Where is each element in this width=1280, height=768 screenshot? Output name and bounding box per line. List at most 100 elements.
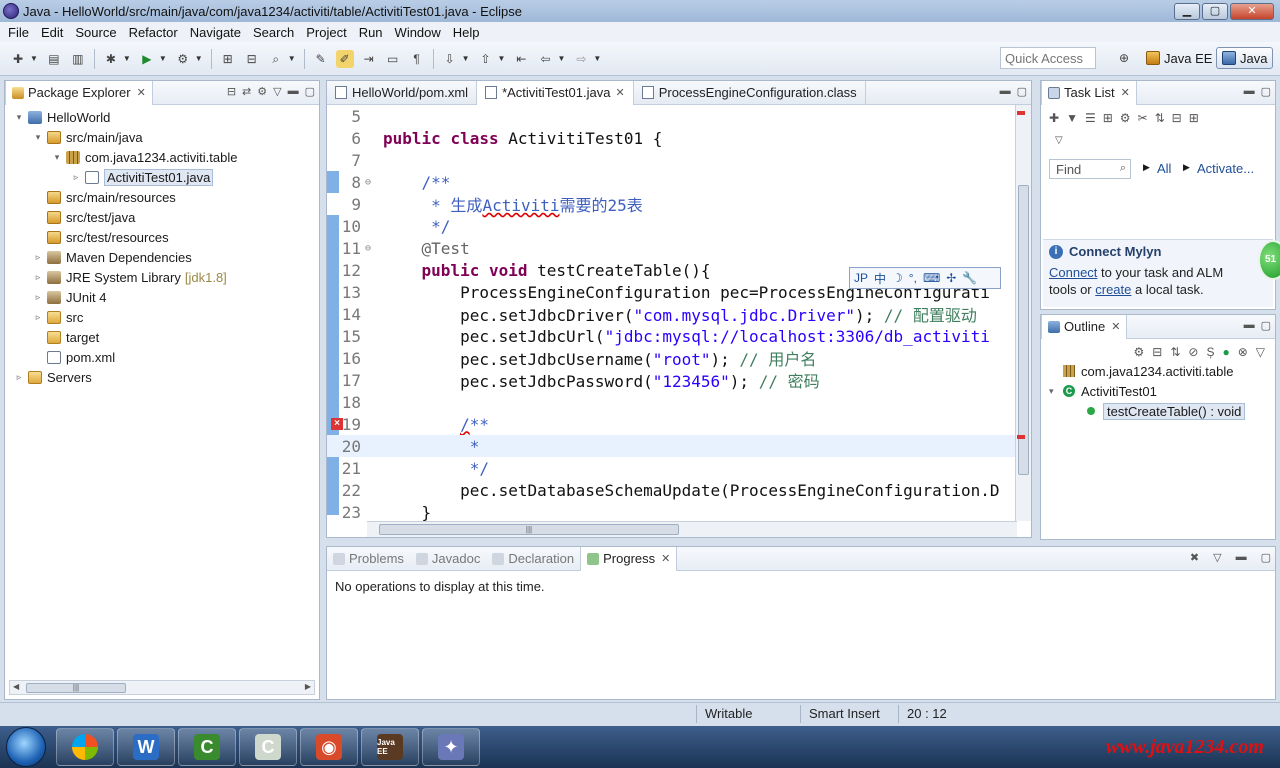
tree-item[interactable]: ▹ JUnit 4 [5,287,319,307]
expand-toggle-icon[interactable]: ▾ [1049,386,1061,397]
eclipse-app[interactable]: Java EE [361,728,419,766]
categorized-icon[interactable]: ☰ [1085,111,1096,125]
tab-problems[interactable]: Problems [327,547,410,571]
filters-icon[interactable]: ⚙ [257,85,267,98]
ime-item-icon[interactable]: 🔧 [962,271,977,285]
code-line[interactable]: 7 [327,149,1017,171]
collapse-all-icon[interactable]: ⊟ [1152,345,1162,359]
code-line[interactable]: 23 } [327,501,1017,522]
menu-run[interactable]: Run [353,25,389,40]
fold-toggle-icon[interactable]: ⊖ [363,243,373,254]
editor-hscroll-thumb[interactable]: ||| [379,524,679,535]
outline-item[interactable]: com.java1234.activiti.table [1049,361,1245,381]
view-menu-icon[interactable]: ▽ [1213,551,1221,564]
hide-nonpublic-icon[interactable]: ● [1222,345,1229,359]
collapse-all-icon[interactable]: ⊟ [227,85,236,98]
scroll-thumb[interactable]: ||| [26,683,126,693]
tree-item[interactable]: ▹ src [5,307,319,327]
menu-project[interactable]: Project [300,25,352,40]
search-icon[interactable]: ⌕ [267,50,285,68]
view-menu-icon[interactable]: ▽ [273,85,281,98]
tree-item[interactable]: ▾ com.java1234.activiti.table [5,147,319,167]
expand-toggle-icon[interactable]: ▹ [70,172,82,183]
code-line[interactable]: 18 [327,391,1017,413]
hide-fields-icon[interactable]: ⊘ [1188,345,1198,359]
editor-tab[interactable]: HelloWorld/pom.xml [327,80,478,105]
start-button[interactable] [6,727,46,767]
minimize-view-icon[interactable]: ▬ [1244,319,1255,332]
other-app[interactable]: ✦ [422,728,480,766]
tab-package-explorer[interactable]: Package Explorer ✕ [5,80,153,105]
previous-annotation-dropdown-icon[interactable]: ▼ [498,54,506,63]
minimize-button[interactable]: ▁ [1174,2,1200,20]
view-menu-icon[interactable]: ▽ [1055,135,1063,146]
close-button[interactable]: ✕ [1230,2,1274,20]
editor-scroll-thumb[interactable] [1018,185,1029,475]
open-perspective-icon[interactable]: ⊕ [1115,49,1133,67]
code-line[interactable]: 9 * 生成Activiti需要的25表 [327,193,1017,216]
ime-item-icon[interactable]: ⌨ [923,271,940,285]
code-line[interactable]: 6 public class ActivitiTest01 { [327,127,1017,149]
search-dropdown-icon[interactable]: ▼ [288,54,296,63]
expand-toggle-icon[interactable]: ▾ [51,152,63,163]
menu-source[interactable]: Source [69,25,122,40]
expand-toggle-icon[interactable]: ▹ [32,252,44,263]
open-type-icon[interactable]: ⊞ [219,50,237,68]
code-line[interactable]: 19 /** [327,413,1017,435]
package-explorer-hscrollbar[interactable]: ◀ ||| ▶ [9,680,315,695]
code-line[interactable]: 8 ⊖ /** [327,171,1017,193]
expand-toggle-icon[interactable]: ▾ [32,132,44,143]
tree-item[interactable]: src/main/resources [5,187,319,207]
outline-item[interactable]: testCreateTable() : void [1049,401,1246,421]
perspective-javaee-button[interactable]: Java EE [1142,47,1216,69]
code-line[interactable]: 5 [327,105,1017,127]
tab-outline[interactable]: Outline ✕ [1041,314,1128,339]
ime-toolbar[interactable]: JP 中 ☽ °, ⌨ ✢ 🔧 [849,267,1001,289]
editor-tab[interactable]: *ActivitiTest01.java ✕ [477,80,634,105]
run-icon[interactable]: ▶ [138,50,156,68]
next-annotation-icon[interactable]: ⇩ [441,50,459,68]
menu-file[interactable]: File [2,25,35,40]
camtasia-app[interactable]: C [178,728,236,766]
new-dropdown-icon[interactable]: ▼ [30,54,38,63]
toggle-mark-occurrences-icon[interactable]: ✎ [312,50,330,68]
mylyn-connect-link[interactable]: Connect [1049,265,1097,280]
minimize-editor-icon[interactable]: ▬ [1000,85,1011,98]
editor-hscrollbar[interactable]: ||| [367,521,1017,537]
tree-item[interactable]: src/test/resources [5,227,319,247]
tree-item[interactable]: ▹ JRE System Library [jdk1.8] [5,267,319,287]
close-tab-icon[interactable]: ✕ [1121,86,1130,99]
quick-access-input[interactable] [1000,47,1096,69]
perspective-java-button[interactable]: Java [1216,47,1274,69]
tab-declaration[interactable]: Declaration [486,547,580,571]
back-icon[interactable]: ⇦ [536,50,554,68]
chrome-app[interactable]: ◉ [300,728,358,766]
word-app[interactable]: W [117,728,175,766]
hide-completed-icon[interactable]: ✂ [1138,111,1148,125]
status-insert-mode[interactable]: Smart Insert [800,705,898,723]
maximize-view-icon[interactable]: ▢ [1261,551,1271,564]
menu-refactor[interactable]: Refactor [123,25,184,40]
hide-static-icon[interactable]: Ș [1206,345,1214,359]
back-dropdown-icon[interactable]: ▼ [557,54,565,63]
ime-item-icon[interactable]: ✢ [946,271,956,285]
view-menu-icon[interactable]: ▽ [1256,345,1265,359]
editor-vscrollbar[interactable] [1015,105,1031,521]
code-line[interactable]: 17 pec.setJdbcPassword("123456"); // 密码 [327,369,1017,392]
scroll-right-icon[interactable]: ▶ [305,682,311,691]
collapse-all-icon[interactable]: ⊟ [1172,111,1182,125]
tree-item[interactable]: target [5,327,319,347]
maximize-view-icon[interactable]: ▢ [1261,85,1271,98]
close-tab-icon[interactable]: ✕ [1111,320,1120,333]
next-annotation-dropdown-icon[interactable]: ▼ [462,54,470,63]
ime-item-icon[interactable]: JP [854,271,868,285]
new-icon[interactable]: ✚ [9,50,27,68]
tree-item[interactable]: src/test/java [5,207,319,227]
code-editor[interactable]: 5 6 public class ActivitiTest01 {7 8 ⊖ /** 9 … [327,105,1017,521]
tree-item[interactable]: pom.xml [5,347,319,367]
fold-toggle-icon[interactable]: ⊖ [363,177,373,188]
code-line[interactable]: 21 */ [327,457,1017,479]
expand-toggle-icon[interactable]: ▹ [32,272,44,283]
minimize-view-icon[interactable]: ▬ [1236,551,1247,564]
save-icon[interactable]: ▤ [45,50,63,68]
